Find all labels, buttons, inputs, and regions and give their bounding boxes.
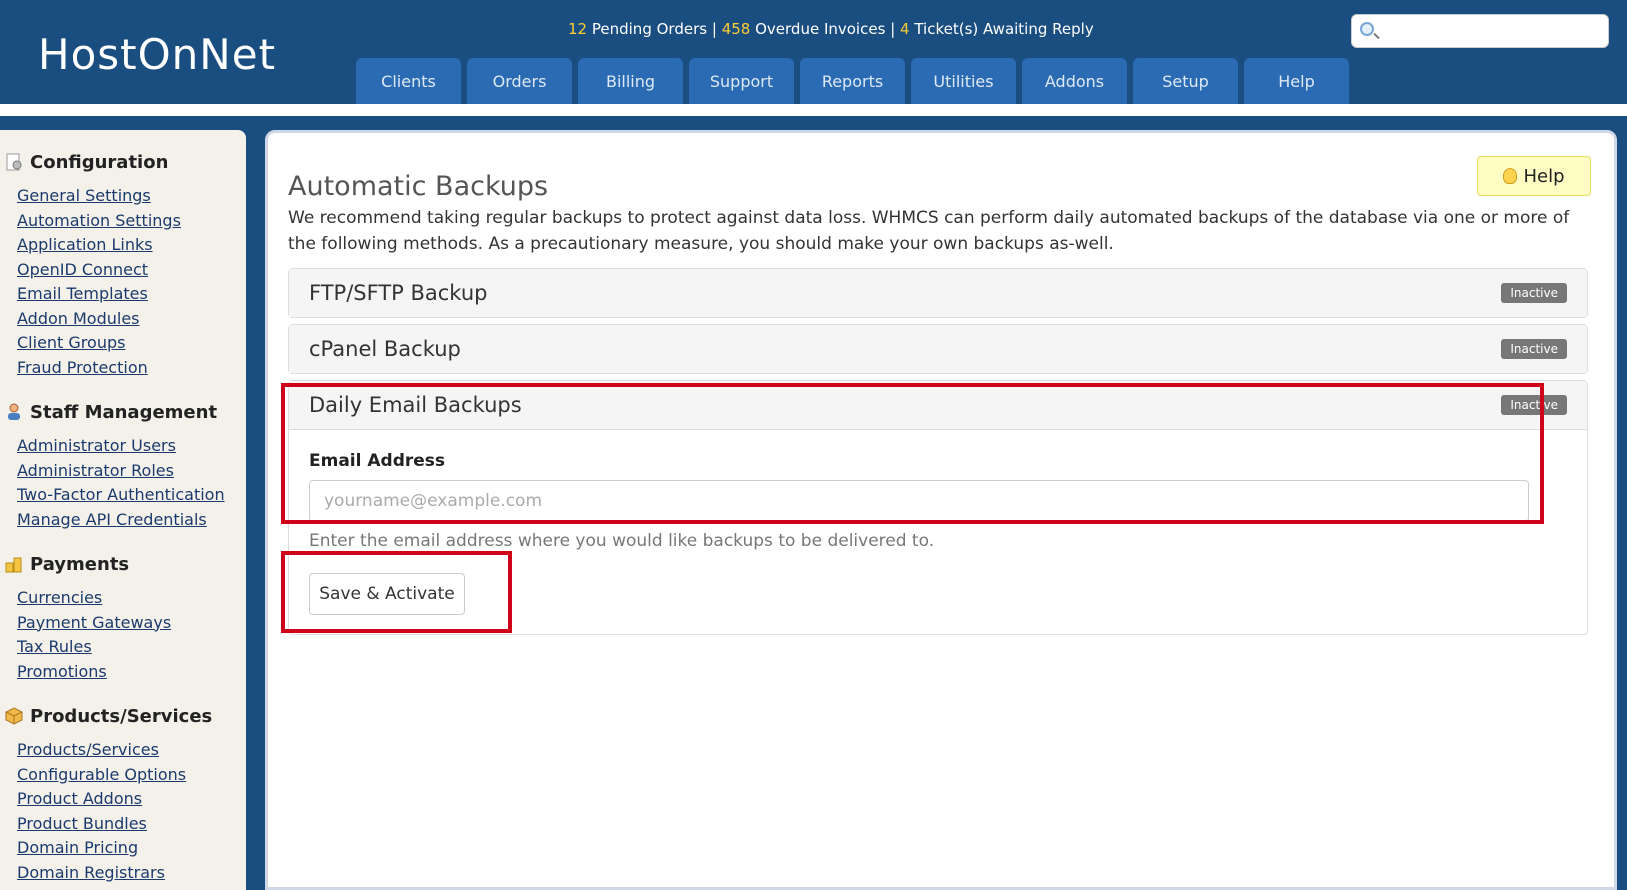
config-icon xyxy=(6,153,22,171)
lightbulb-icon xyxy=(1503,168,1518,184)
sidebar-link-domain-pricing[interactable]: Domain Pricing xyxy=(17,836,246,861)
sidebar-link-administrator-users[interactable]: Administrator Users xyxy=(17,434,246,459)
sidebar-link-api-credentials[interactable]: Manage API Credentials xyxy=(17,508,246,533)
sidebar: Configuration General Settings Automatio… xyxy=(0,130,246,890)
nav-tab-clients[interactable]: Clients xyxy=(356,58,461,104)
pending-orders-label[interactable]: Pending Orders xyxy=(592,20,707,38)
sidebar-section-title: Payments xyxy=(30,553,130,575)
overdue-invoices-label[interactable]: Overdue Invoices xyxy=(755,20,885,38)
sidebar-section-title: Staff Management xyxy=(30,401,218,423)
sidebar-section-payments: Payments Currencies Payment Gateways Tax… xyxy=(0,552,246,684)
sidebar-link-addon-modules[interactable]: Addon Modules xyxy=(17,307,246,332)
panel-cpanel-backup[interactable]: cPanel Backup Inactive xyxy=(288,324,1588,374)
sidebar-section-configuration: Configuration General Settings Automatio… xyxy=(0,150,246,380)
nav-tab-setup[interactable]: Setup xyxy=(1133,58,1238,104)
main-nav: Clients Orders Billing Support Reports U… xyxy=(356,58,1349,104)
intro-text: We recommend taking regular backups to p… xyxy=(288,208,1570,254)
tickets-label[interactable]: Ticket(s) Awaiting Reply xyxy=(914,20,1093,38)
sidebar-link-client-groups[interactable]: Client Groups xyxy=(17,331,246,356)
highlight-box-email-section xyxy=(281,383,1544,524)
sidebar-link-domain-registrars[interactable]: Domain Registrars xyxy=(17,861,246,886)
sidebar-link-automation-settings[interactable]: Automation Settings xyxy=(17,209,246,234)
sidebar-section-title: Configuration xyxy=(30,151,169,173)
nav-tab-utilities[interactable]: Utilities xyxy=(911,58,1016,104)
main-content: Automatic Backups Help We recommend taki… xyxy=(265,130,1617,890)
sidebar-link-configurable-options[interactable]: Configurable Options xyxy=(17,763,246,788)
sidebar-link-email-templates[interactable]: Email Templates xyxy=(17,282,246,307)
pending-orders-count[interactable]: 12 xyxy=(568,20,587,38)
panel-title: cPanel Backup xyxy=(309,337,461,361)
header-divider xyxy=(0,104,1627,116)
sidebar-link-currencies[interactable]: Currencies xyxy=(17,586,246,611)
sidebar-section-title: Products/Services xyxy=(30,705,213,727)
panel-ftp-backup[interactable]: FTP/SFTP Backup Inactive xyxy=(288,268,1588,318)
help-button-label: Help xyxy=(1523,165,1565,187)
sidebar-section-staff: Staff Management Administrator Users Adm… xyxy=(0,400,246,532)
sidebar-link-payment-gateways[interactable]: Payment Gateways xyxy=(17,611,246,636)
staff-icon xyxy=(8,403,20,420)
header-stats: 12 Pending Orders | 458 Overdue Invoices… xyxy=(568,20,1094,38)
email-help-text: Enter the email address where you would … xyxy=(309,531,935,551)
sidebar-link-two-factor[interactable]: Two-Factor Authentication xyxy=(17,483,246,508)
sidebar-link-product-addons[interactable]: Product Addons xyxy=(17,787,246,812)
nav-tab-orders[interactable]: Orders xyxy=(467,58,572,104)
stats-separator: | xyxy=(711,20,717,38)
overdue-invoices-count[interactable]: 458 xyxy=(722,20,751,38)
top-header: HostOnNet 12 Pending Orders | 458 Overdu… xyxy=(0,0,1627,104)
sidebar-link-administrator-roles[interactable]: Administrator Roles xyxy=(17,459,246,484)
nav-tab-support[interactable]: Support xyxy=(689,58,794,104)
payments-icon xyxy=(5,557,22,573)
nav-tab-billing[interactable]: Billing xyxy=(578,58,683,104)
nav-tab-addons[interactable]: Addons xyxy=(1022,58,1127,104)
page-title: Automatic Backups xyxy=(288,171,549,203)
nav-tab-help[interactable]: Help xyxy=(1244,58,1349,104)
sidebar-section-products: Products/Services Products/Services Conf… xyxy=(0,704,246,885)
tickets-count[interactable]: 4 xyxy=(900,20,910,38)
sidebar-link-fraud-protection[interactable]: Fraud Protection xyxy=(17,356,246,381)
sidebar-link-application-links[interactable]: Application Links xyxy=(17,233,246,258)
help-button[interactable]: Help xyxy=(1477,156,1591,196)
sidebar-link-openid-connect[interactable]: OpenID Connect xyxy=(17,258,246,283)
nav-tab-reports[interactable]: Reports xyxy=(800,58,905,104)
highlight-box-save-button xyxy=(281,551,512,633)
status-badge: Inactive xyxy=(1501,283,1567,303)
logo[interactable]: HostOnNet xyxy=(38,30,276,79)
sidebar-link-products-services[interactable]: Products/Services xyxy=(17,738,246,763)
products-icon xyxy=(5,707,23,725)
sidebar-link-general-settings[interactable]: General Settings xyxy=(17,184,246,209)
panel-title: FTP/SFTP Backup xyxy=(309,281,488,305)
search-icon xyxy=(1360,22,1374,36)
header-divider-bottom xyxy=(0,116,1627,130)
sidebar-link-promotions[interactable]: Promotions xyxy=(17,660,246,685)
sidebar-link-product-bundles[interactable]: Product Bundles xyxy=(17,812,246,837)
status-badge: Inactive xyxy=(1501,339,1567,359)
sidebar-link-tax-rules[interactable]: Tax Rules xyxy=(17,635,246,660)
search-box[interactable] xyxy=(1351,14,1609,48)
stats-separator: | xyxy=(890,20,896,38)
